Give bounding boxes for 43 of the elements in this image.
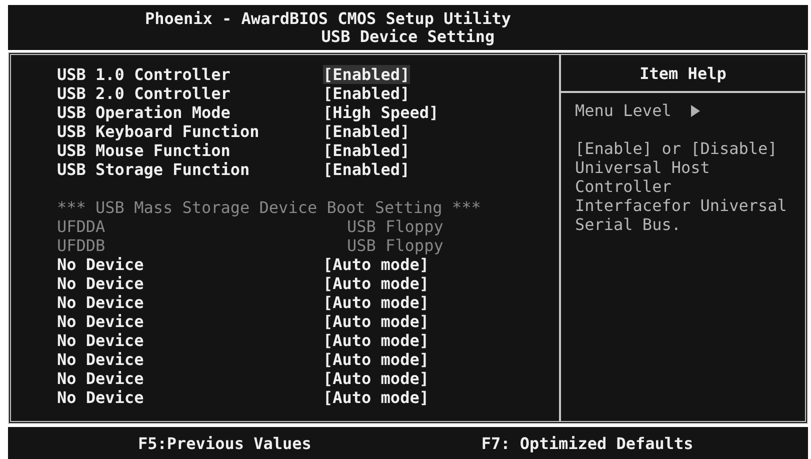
setting-label: No Device <box>57 255 145 274</box>
setting-label: USB 2.0 Controller <box>57 84 232 103</box>
setting-value[interactable]: [Auto mode] <box>323 350 429 369</box>
setting-value[interactable]: [Auto mode] <box>323 369 429 388</box>
setting-value[interactable]: [High Speed] <box>323 103 439 122</box>
triangle-icon <box>691 104 700 116</box>
setting-label: No Device <box>57 331 145 350</box>
setting-label: USB Keyboard Function <box>57 122 260 141</box>
setting-label: No Device <box>57 274 145 293</box>
setting-label: USB Storage Function <box>57 160 251 179</box>
setting-label: No Device <box>57 388 145 407</box>
setting-value[interactable]: [Auto mode] <box>323 293 429 312</box>
window-title: Phoenix - AwardBIOS CMOS Setup Utility <box>144 10 512 28</box>
setting-value[interactable]: [Auto mode] <box>323 255 429 274</box>
menu-level-label: Menu Level <box>575 101 672 120</box>
help-title: Item Help <box>640 64 726 82</box>
setting-label: USB Operation Mode <box>57 103 232 122</box>
setting-value[interactable]: [Enabled] <box>323 65 410 84</box>
setting-label: No Device <box>57 293 145 312</box>
setting-label: UFDDA <box>57 217 106 236</box>
setting-value[interactable]: [Auto mode] <box>323 331 429 350</box>
setting-label: USB 1.0 Controller <box>57 65 232 84</box>
setting-value[interactable]: [Enabled] <box>323 160 410 179</box>
page-title: USB Device Setting <box>321 28 495 46</box>
help-text: [Enable] or [Disable] <box>575 139 778 158</box>
help-text: Serial Bus. <box>575 215 682 234</box>
setting-value[interactable]: [Auto mode] <box>323 388 429 407</box>
help-text: Universal Host <box>575 158 711 177</box>
key-hint: F7: Optimized Defaults <box>481 434 694 452</box>
setting-label: UFDDB <box>57 236 106 255</box>
help-text: Controller <box>575 177 672 196</box>
setting-label: No Device <box>57 312 145 331</box>
help-text: Interfacefor Universal <box>575 196 788 215</box>
setting-value[interactable]: [Enabled] <box>323 141 410 160</box>
setting-value[interactable]: [Auto mode] <box>323 274 429 293</box>
setting-value[interactable]: [Enabled] <box>323 122 410 141</box>
setting-value[interactable]: [Enabled] <box>323 84 410 103</box>
setting-label: No Device <box>57 369 145 388</box>
setting-label: No Device <box>57 350 145 369</box>
section-heading: *** USB Mass Storage Device Boot Setting *** <box>57 198 481 217</box>
setting-label: USB Mouse Function <box>57 141 232 160</box>
key-hint: F5:Previous Values <box>138 434 312 452</box>
setting-value[interactable]: [Auto mode] <box>323 312 429 331</box>
